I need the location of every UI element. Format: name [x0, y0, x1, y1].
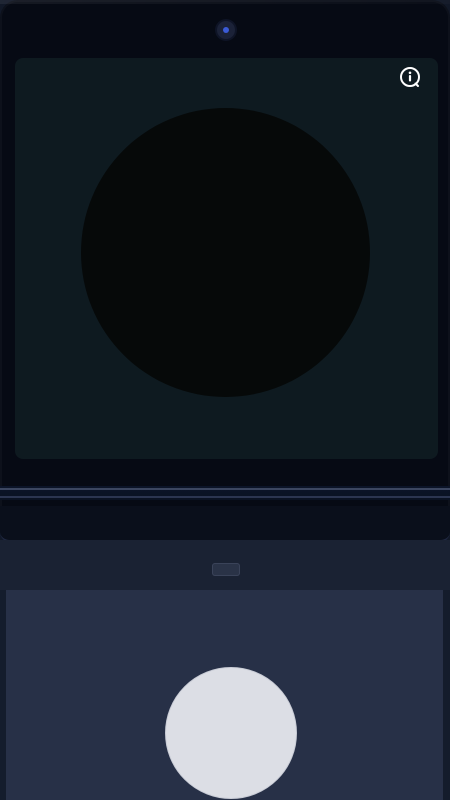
top-bezel-edge: [0, 0, 450, 4]
hinge-line-bottom: [0, 496, 450, 498]
viewfinder-circle: [81, 108, 370, 397]
upper-display-lip: [0, 506, 450, 542]
info-icon[interactable]: [399, 66, 421, 88]
speaker-grille-icon: [212, 563, 240, 576]
capture-button[interactable]: [165, 667, 297, 799]
lower-bezel: [0, 540, 450, 590]
foldable-phone-stage: [0, 0, 450, 800]
hinge-line-top: [0, 488, 450, 490]
lower-display-housing: [0, 540, 450, 800]
upper-display-housing: [0, 0, 450, 540]
info-icon-glyph: [400, 67, 420, 87]
upper-display-screen: [15, 58, 438, 459]
front-camera-icon: [217, 21, 235, 39]
fold-hinge: [0, 486, 450, 500]
lower-display-screen: [6, 590, 443, 800]
